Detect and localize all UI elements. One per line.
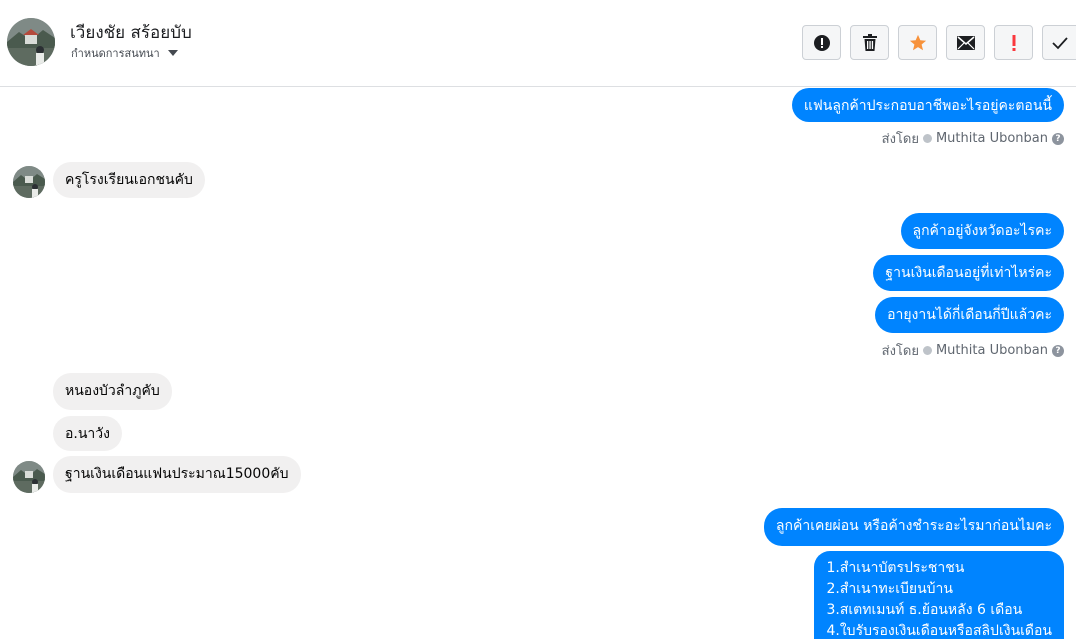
sender-avatar[interactable] (13, 461, 45, 493)
message-thread[interactable]: แฟนลูกค้าประกอบอาชีพอะไรอยู่คะตอนนี้ ส่ง… (0, 88, 1076, 639)
outgoing-message[interactable]: แฟนลูกค้าประกอบอาชีพอะไรอยู่คะตอนนี้ (791, 88, 1064, 122)
incoming-message[interactable]: หนองบัวลำภูคับ (53, 373, 172, 410)
sent-by-label: ส่งโดย Muthita Ubonban ? (882, 128, 1064, 149)
alert-circle-icon (813, 34, 830, 51)
outgoing-document-list-message[interactable]: 1.สำเนาบัตรประชาชน 2.สำเนาทะเบียนบ้าน 3.… (814, 551, 1064, 639)
incoming-message[interactable]: อ.นาวัง (53, 416, 122, 451)
star-icon (909, 34, 926, 50)
outgoing-message[interactable]: ลูกค้าอยู่จังหวัดอะไรคะ (900, 213, 1064, 249)
caret-down-icon (167, 50, 178, 56)
conversation-settings-label: กำหนดการสนทนา (71, 47, 160, 60)
sent-by-prefix: ส่งโดย (881, 344, 919, 359)
mark-done-button[interactable] (1042, 25, 1076, 60)
important-button[interactable] (994, 25, 1033, 60)
help-icon[interactable]: ? (1052, 344, 1064, 357)
star-button[interactable] (898, 25, 937, 60)
document-list-line: 2.สำเนาทะเบียนบ้าน (826, 581, 953, 597)
delete-button[interactable] (850, 25, 889, 60)
help-icon[interactable]: ? (1052, 132, 1064, 145)
contact-name[interactable]: เวียงชัย สร้อยบับ (70, 19, 192, 46)
exclamation-icon (1012, 34, 1015, 51)
trash-icon (862, 33, 877, 51)
mark-unread-button[interactable] (946, 25, 985, 60)
conversation-toolbar (802, 25, 1076, 60)
check-icon (1051, 36, 1068, 49)
document-list-line: 4.ใบรับรองเงินเดือนหรือสลิปเงินเดือน (826, 623, 1052, 639)
sent-by-prefix: ส่งโดย (881, 132, 919, 147)
mark-spam-button[interactable] (802, 25, 841, 60)
incoming-message[interactable]: ครูโรงเรียนเอกชนคับ (53, 162, 205, 198)
outgoing-message[interactable]: ฐานเงินเดือนอยู่ที่เท่าไหร่คะ (873, 255, 1064, 291)
document-list-line: 1.สำเนาบัตรประชาชน (826, 560, 965, 576)
sender-avatar[interactable] (13, 166, 45, 198)
conversation-settings-dropdown[interactable]: กำหนดการสนทนา (71, 44, 178, 62)
outgoing-message[interactable]: อายุงานได้กี่เดือนกี่ปีแล้วคะ (875, 297, 1064, 333)
conversation-header: เวียงชัย สร้อยบับ กำหนดการสนทนา (0, 0, 1076, 87)
incoming-message[interactable]: ฐานเงินเดือนแฟนประมาณ15000คับ (53, 456, 301, 493)
sent-by-agent[interactable]: Muthita Ubonban (936, 343, 1048, 358)
outgoing-message[interactable]: ลูกค้าเคยผ่อน หรือค้างชำระอะไรมาก่อนไมคะ (763, 508, 1064, 546)
verified-icon (922, 134, 932, 143)
verified-icon (922, 346, 932, 355)
sent-by-agent[interactable]: Muthita Ubonban (936, 131, 1048, 146)
document-list-line: 3.สเตทเมนท์ ธ.ย้อนหลัง 6 เดือน (826, 602, 1023, 618)
envelope-icon (956, 35, 975, 50)
contact-avatar[interactable] (7, 18, 55, 66)
sent-by-label: ส่งโดย Muthita Ubonban ? (882, 340, 1064, 361)
